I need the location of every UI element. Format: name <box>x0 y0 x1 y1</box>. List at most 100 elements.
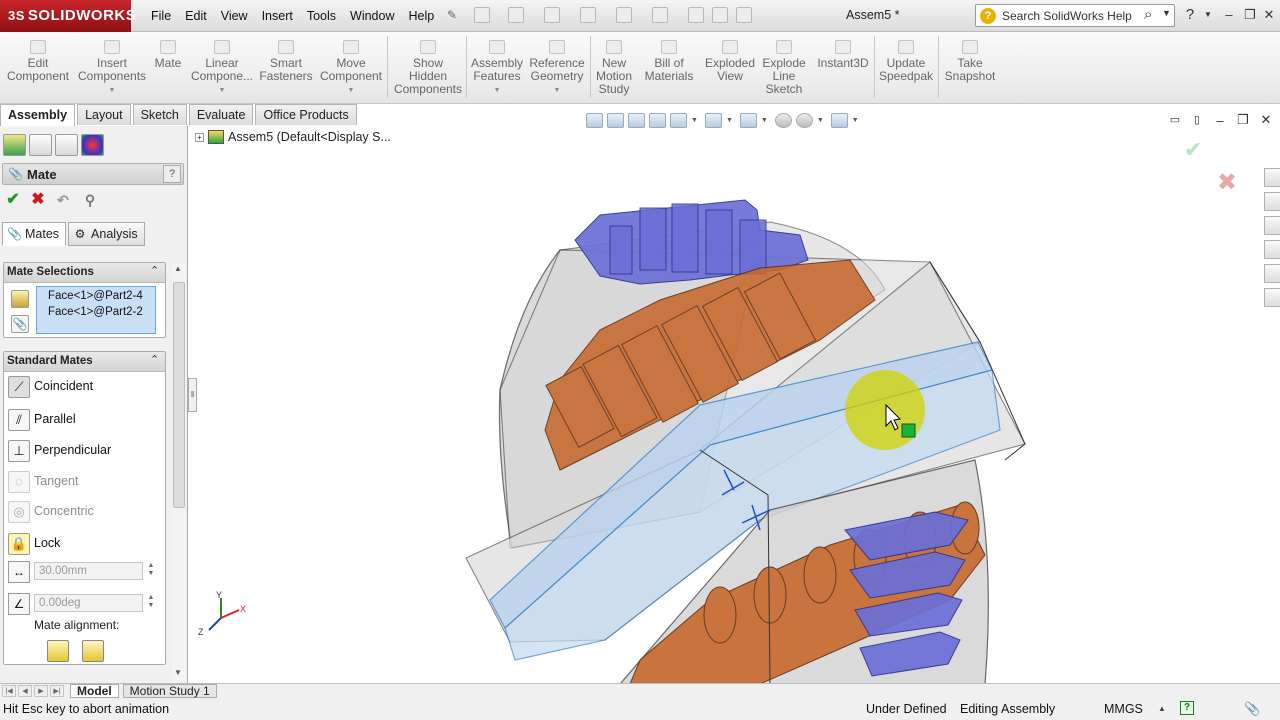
dropdown-arrow-icon[interactable]: ▼ <box>190 84 254 97</box>
close-icon[interactable]: ✕ <box>1260 6 1278 24</box>
new-motion-study-button[interactable]: New Motion Study <box>592 34 636 96</box>
chevron-down-icon[interactable]: ▼ <box>691 117 698 124</box>
coincident-mate-button[interactable]: ⟋ Coincident <box>4 372 164 400</box>
aligned-button[interactable] <box>47 640 69 662</box>
list-item[interactable]: Face<1>@Part2-4 <box>37 288 156 304</box>
edit-appearance-icon[interactable] <box>774 112 792 128</box>
confirm-check-icon[interactable]: ✔ <box>1184 137 1202 163</box>
tab-analysis[interactable]: ⚙ Analysis <box>68 222 145 246</box>
display-manager-tab-icon[interactable] <box>81 134 104 156</box>
save-icon[interactable] <box>544 7 560 23</box>
design-library-icon[interactable] <box>1264 192 1280 211</box>
nav-last-icon[interactable]: ▶| <box>50 685 64 697</box>
collapse-icon[interactable]: ⌃ <box>150 353 159 366</box>
concentric-mate-button[interactable]: ◎ Concentric <box>4 497 164 525</box>
anti-aligned-button[interactable] <box>82 640 104 662</box>
doc-restore-icon[interactable]: ❐ <box>1234 111 1252 129</box>
distance-field[interactable]: 30.00mm <box>34 562 143 580</box>
panel-scrollbar[interactable]: ▲ ▼ <box>172 264 186 682</box>
nav-first-icon[interactable]: |◀ <box>2 685 16 697</box>
menu-file[interactable]: File <box>144 9 178 23</box>
help-icon[interactable]: ? <box>1181 6 1199 24</box>
smart-fasteners-button[interactable]: Smart Fasteners <box>256 34 316 83</box>
instant3d-button[interactable]: Instant3D <box>814 34 872 70</box>
configuration-manager-tab-icon[interactable] <box>55 134 78 156</box>
chevron-down-icon[interactable]: ▼ <box>761 117 768 124</box>
edit-component-button[interactable]: Edit Component <box>6 34 70 83</box>
ok-check-icon[interactable]: ✔ <box>4 191 22 209</box>
zoom-to-fit-icon[interactable] <box>586 112 603 128</box>
unit-system[interactable]: MMGS <box>1104 702 1143 716</box>
undo-icon[interactable] <box>616 7 632 23</box>
chevron-down-icon[interactable]: ▼ <box>817 117 824 124</box>
nav-prev-icon[interactable]: ◀ <box>18 685 32 697</box>
group-header[interactable]: Standard Mates ⌃ <box>4 352 165 372</box>
menu-tools[interactable]: Tools <box>300 9 343 23</box>
previous-view-icon[interactable] <box>628 112 645 128</box>
move-component-button[interactable]: Move Component ▼ <box>318 34 384 97</box>
view-palette-icon[interactable] <box>1264 240 1280 259</box>
doc-close-icon[interactable]: ✕ <box>1257 111 1275 129</box>
assembly-model[interactable] <box>189 126 1280 684</box>
select-icon[interactable] <box>652 7 668 23</box>
options-icon[interactable] <box>736 7 752 23</box>
dropdown-arrow-icon[interactable]: ▼ <box>526 84 588 97</box>
custom-properties-icon[interactable] <box>1264 288 1280 307</box>
open-icon[interactable] <box>508 7 524 23</box>
cancel-x-icon[interactable]: ✖ <box>1217 168 1237 197</box>
appearances-icon[interactable] <box>1264 264 1280 283</box>
property-manager-tab-icon[interactable] <box>29 134 52 156</box>
update-speedpak-button[interactable]: Update Speedpak <box>876 34 936 83</box>
home-icon[interactable] <box>1264 168 1280 187</box>
tab-sketch[interactable]: Sketch <box>132 104 187 125</box>
tile-horizontal-icon[interactable]: ▭ <box>1166 111 1184 129</box>
hide-show-items-icon[interactable] <box>739 112 757 128</box>
rebuild-needed-icon[interactable]: 📎 <box>1244 701 1260 716</box>
dropdown-arrow-icon[interactable]: ▼ <box>468 84 526 97</box>
mate-button[interactable]: Mate <box>150 34 186 70</box>
print-icon[interactable] <box>580 7 596 23</box>
tangent-mate-button[interactable]: ◌ Tangent <box>4 467 164 495</box>
explode-line-sketch-button[interactable]: Explode Line Sketch <box>760 34 808 96</box>
tab-model[interactable]: Model <box>70 684 119 698</box>
cancel-x-icon[interactable]: ✖ <box>29 191 47 209</box>
chevron-down-icon[interactable]: ▼ <box>1162 8 1171 18</box>
reference-geometry-button[interactable]: Reference Geometry ▼ <box>526 34 588 97</box>
scroll-thumb[interactable] <box>173 282 185 508</box>
file-explorer-icon[interactable] <box>1264 216 1280 235</box>
feature-tree-flyout[interactable]: + Assem5 (Default<Display S... <box>195 130 391 144</box>
minimize-icon[interactable]: – <box>1220 6 1238 24</box>
help-icon[interactable]: ? <box>163 165 181 183</box>
view-settings-icon[interactable] <box>830 112 848 128</box>
file-properties-icon[interactable] <box>712 7 728 23</box>
help-icon[interactable]: ? <box>1180 701 1194 715</box>
pin-icon[interactable]: ✎ <box>447 8 457 22</box>
assembly-features-button[interactable]: Assembly Features ▼ <box>468 34 526 97</box>
tab-office-products[interactable]: Office Products <box>255 104 357 125</box>
mate-selection-list[interactable]: Face<1>@Part2-4 Face<1>@Part2-2 <box>36 286 156 334</box>
insert-components-button[interactable]: Insert Components ▼ <box>78 34 146 97</box>
collapse-icon[interactable]: ⌃ <box>150 264 159 277</box>
perpendicular-mate-button[interactable]: ⊥ Perpendicular <box>4 436 164 464</box>
view-orientation-icon[interactable] <box>670 112 687 128</box>
menu-insert[interactable]: Insert <box>255 9 300 23</box>
panel-collapse-handle[interactable]: ‖ <box>188 378 197 412</box>
scroll-up-icon[interactable]: ▲ <box>174 264 182 273</box>
pushpin-icon[interactable]: ⚲ <box>81 191 99 209</box>
rebuild-icon[interactable] <box>688 7 704 23</box>
linear-pattern-button[interactable]: Linear Compone... ▼ <box>190 34 254 97</box>
angle-field[interactable]: 0.00deg <box>34 594 143 612</box>
tile-vertical-icon[interactable]: ▯ <box>1188 111 1206 129</box>
expand-icon[interactable]: + <box>195 132 204 142</box>
tab-mates[interactable]: 📎 Mates <box>2 222 67 246</box>
lock-mate-button[interactable]: 🔒 Lock <box>4 529 164 557</box>
restore-icon[interactable]: ❐ <box>1241 6 1259 24</box>
feature-manager-tab-icon[interactable] <box>3 134 26 156</box>
parallel-mate-button[interactable]: ⫽ Parallel <box>4 405 164 433</box>
tab-assembly[interactable]: Assembly <box>0 104 76 126</box>
chevron-down-icon[interactable]: ▼ <box>1199 6 1217 24</box>
menu-window[interactable]: Window <box>343 9 401 23</box>
bill-of-materials-button[interactable]: Bill of Materials <box>642 34 696 83</box>
section-view-icon[interactable] <box>649 112 666 128</box>
search-help-box[interactable]: ? Search SolidWorks Help ⌕ ▼ <box>975 4 1175 27</box>
